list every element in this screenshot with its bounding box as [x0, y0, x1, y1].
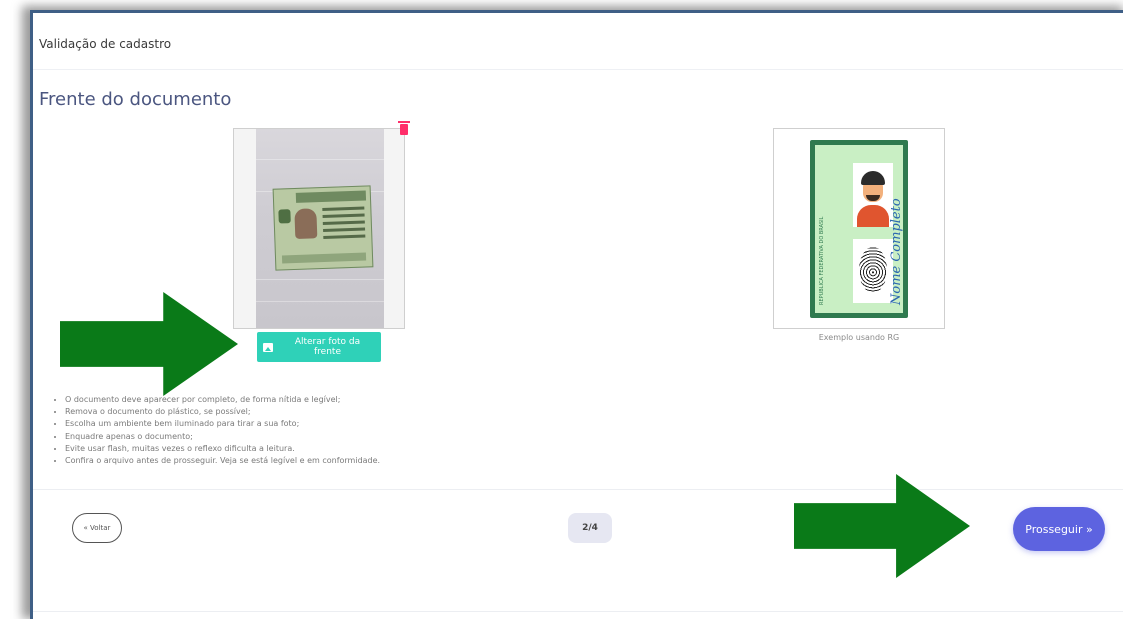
fingerprint-illustration: [853, 239, 893, 303]
example-document: REPUBLICA FEDERATIVA DO BRASIL Nome Comp…: [773, 128, 945, 329]
list-item: Confira o arquivo antes de prosseguir. V…: [65, 455, 380, 467]
list-item: Escolha um ambiente bem iluminado para t…: [65, 418, 380, 430]
list-item: Enquadre apenas o documento;: [65, 431, 380, 443]
section-title: Frente do documento: [39, 89, 232, 110]
trash-icon[interactable]: [398, 121, 410, 135]
example-caption: Exemplo usando RG: [818, 333, 900, 342]
example-name-text: Nome Completo: [889, 198, 904, 305]
panel-header: Validação de cadastro: [33, 13, 1123, 70]
change-front-photo-button[interactable]: Alterar foto da frente: [257, 332, 381, 362]
list-item: Evite usar flash, muitas vezes o reflexo…: [65, 443, 380, 455]
page-indicator: 2/4: [568, 513, 612, 543]
rg-stripe-text: REPUBLICA FEDERATIVA DO BRASIL: [819, 216, 825, 305]
page-title: Validação de cadastro: [39, 37, 172, 51]
instructions-list: O documento deve aparecer por completo, …: [55, 394, 380, 467]
bottom-divider: [33, 611, 1123, 612]
example-face-illustration: [853, 163, 893, 227]
example-rg-card: REPUBLICA FEDERATIVA DO BRASIL Nome Comp…: [810, 140, 908, 318]
document-photo-image: [256, 129, 384, 328]
footer-divider: [33, 489, 1123, 490]
uploaded-document-photo: [233, 128, 405, 329]
image-icon: [263, 342, 273, 352]
change-front-photo-label: Alterar foto da frente: [294, 337, 361, 357]
id-card-picture: [272, 185, 374, 271]
list-item: Remova o documento do plástico, se possí…: [65, 406, 380, 418]
next-button[interactable]: Prosseguir »: [1013, 507, 1105, 551]
list-item: O documento deve aparecer por completo, …: [65, 394, 380, 406]
back-button[interactable]: « Voltar: [72, 513, 122, 543]
